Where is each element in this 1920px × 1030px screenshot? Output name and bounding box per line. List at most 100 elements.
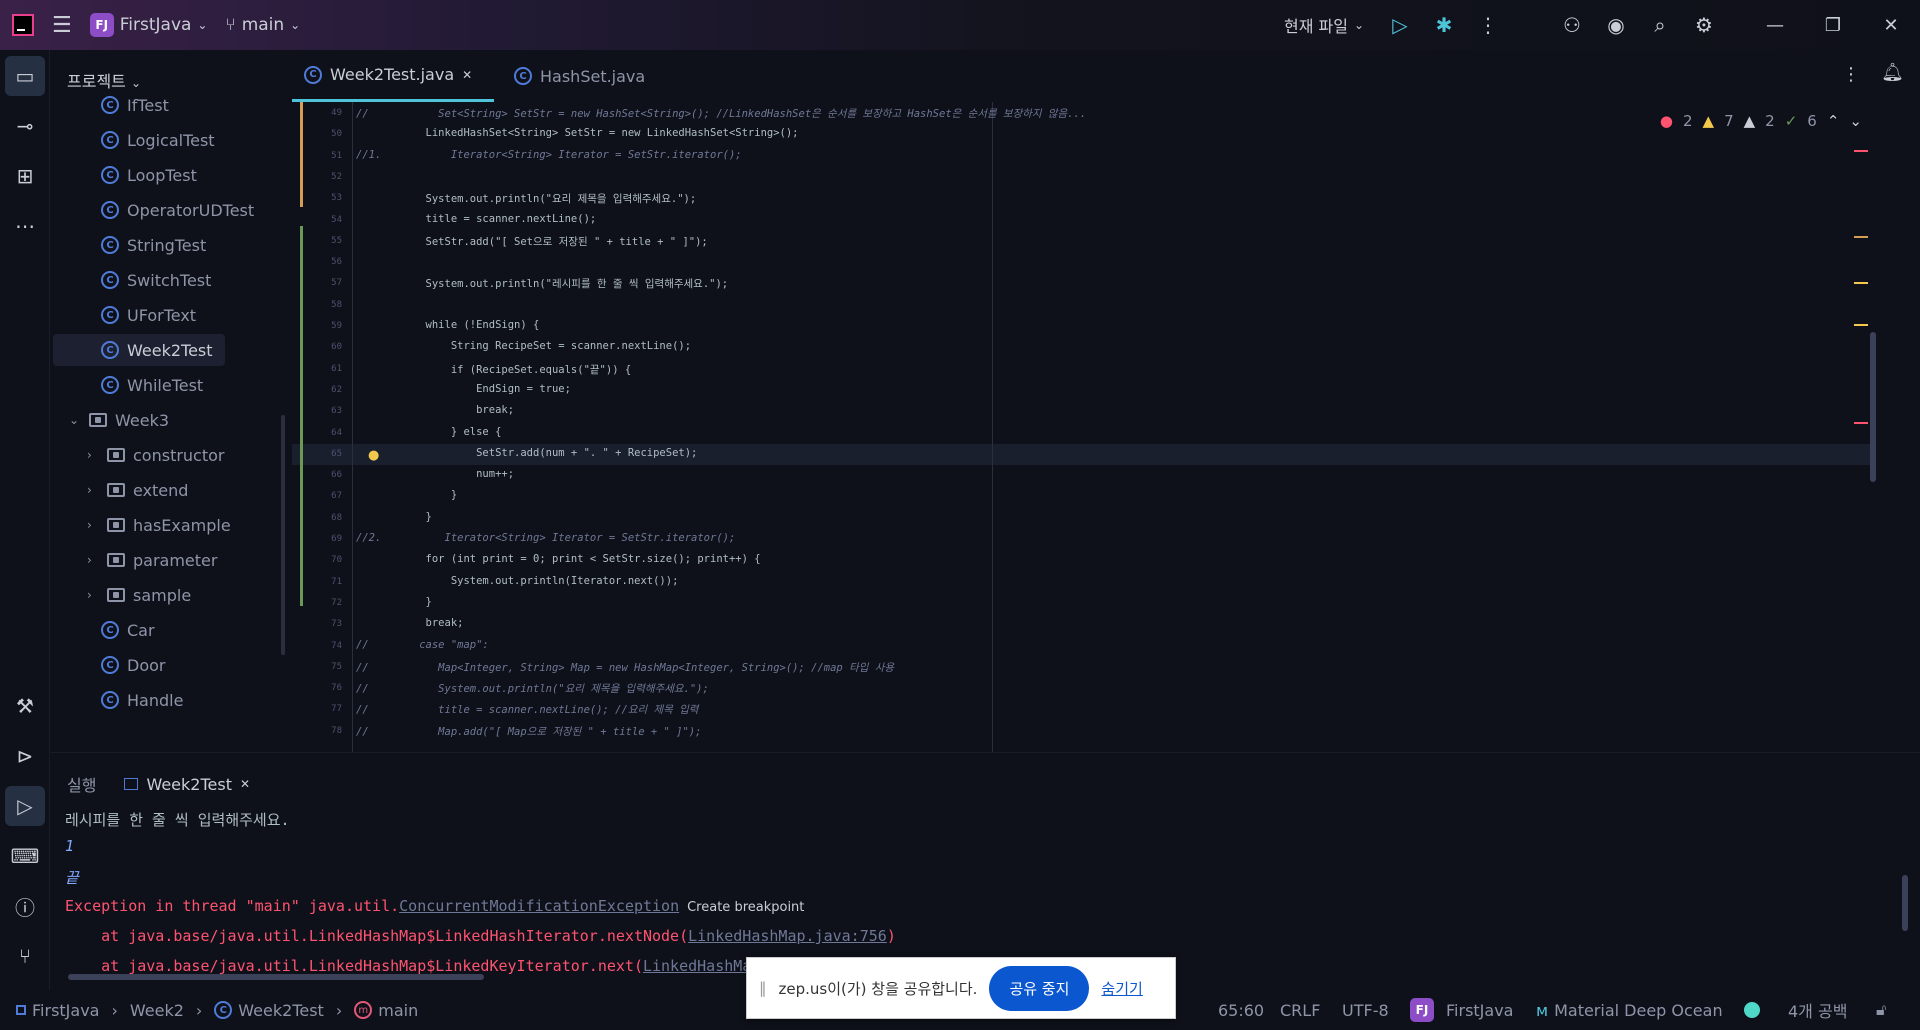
stop-sharing-button[interactable]: 공유 중지 (989, 965, 1090, 1011)
console-text: 끝 (65, 869, 79, 887)
tree-class[interactable]: C UForText (101, 299, 196, 331)
tree-scrollbar[interactable] (281, 415, 285, 655)
run-tab[interactable]: Week2Test ✕ (124, 775, 250, 794)
tree-class[interactable]: C LoopTest (101, 159, 197, 191)
project-status[interactable]: FJ FirstJava (1410, 990, 1513, 1030)
class-icon: C (101, 166, 119, 184)
tab-week2test[interactable]: C Week2Test.java ✕ (292, 50, 494, 102)
project-switcher[interactable]: FJ FirstJava ⌄ (89, 13, 207, 37)
run-panel-title: 실행 (67, 776, 97, 795)
more-icon[interactable]: ⋯ (5, 206, 45, 246)
status-circle-icon[interactable] (1744, 990, 1760, 1030)
git-icon[interactable]: ⑂ (5, 936, 45, 976)
app-logo-icon[interactable] (12, 14, 34, 36)
drag-handle-icon[interactable]: ‖ (759, 979, 767, 997)
chevron-right-icon[interactable]: › (87, 518, 99, 532)
indent-setting[interactable]: 4개 공백 (1788, 990, 1847, 1030)
more-icon[interactable]: ⋮ (1466, 0, 1510, 50)
stacktrace-link[interactable]: LinkedHashMa (643, 957, 751, 975)
record-icon[interactable]: ◉ (1594, 0, 1638, 50)
menu-icon[interactable]: ☰ (52, 13, 72, 38)
hide-link[interactable]: 숨기기 (1101, 978, 1142, 999)
tree-class[interactable]: C Door (101, 649, 165, 681)
tree-class[interactable]: C LogicalTest (101, 124, 215, 156)
chevron-right-icon[interactable]: › (87, 483, 99, 497)
folder-icon (107, 518, 125, 532)
stacktrace-link[interactable]: LinkedHashMap.java:756 (688, 927, 887, 945)
console-line: 레시피를 한 줄 씩 입력해주세요. (65, 809, 290, 830)
chevron-right-icon[interactable]: › (87, 448, 99, 462)
add-user-icon[interactable]: ⚇ (1550, 0, 1594, 50)
commit-icon[interactable]: ⊸ (5, 106, 45, 146)
horizontal-scrollbar[interactable] (68, 974, 484, 980)
build-icon[interactable]: ⚒ (5, 686, 45, 726)
close-icon[interactable]: ✕ (462, 68, 472, 82)
class-icon: C (101, 656, 119, 674)
terminal-icon[interactable]: ⌨ (5, 836, 45, 876)
theme-status[interactable]: ᴍ Material Deep Ocean (1536, 990, 1723, 1030)
code-line: } (356, 595, 432, 608)
create-breakpoint-link[interactable]: Create breakpoint (687, 900, 804, 915)
tree-item-label: UForText (127, 305, 197, 325)
tab-label: HashSet.java (540, 66, 646, 86)
chevron-right-icon[interactable]: › (87, 553, 99, 567)
tree-class[interactable]: C SwitchTest (101, 264, 211, 296)
caret-position[interactable]: 65:60 (1218, 990, 1264, 1030)
run-icon[interactable]: ▷ (5, 786, 45, 826)
more-icon[interactable]: ⋮ (1842, 64, 1860, 85)
run-icon[interactable]: ▷ (1378, 0, 1422, 50)
chevron-right-icon[interactable]: › (87, 588, 99, 602)
file-encoding[interactable]: UTF-8 (1342, 990, 1389, 1030)
run-config-selector[interactable]: 현재 파일 ⌄ (1284, 13, 1364, 37)
breadcrumb-item[interactable]: main (378, 1001, 418, 1020)
tree-folder[interactable]: › hasExample (87, 509, 231, 541)
close-icon[interactable]: ✕ (240, 777, 250, 791)
tree-folder[interactable]: ⌄ Week3 (69, 404, 169, 436)
folder-icon (107, 483, 125, 497)
tree-class[interactable]: C Week2Test (53, 334, 225, 366)
restore-icon[interactable]: ❐ (1804, 0, 1862, 50)
code-editor[interactable]: ● 49 // Set<String> SetStr = new HashSet<… (292, 102, 1872, 752)
close-icon[interactable]: ✕ (1862, 0, 1920, 50)
tab-hashset[interactable]: C HashSet.java (502, 50, 657, 102)
tree-class[interactable]: C StringTest (101, 229, 206, 261)
code-line: // Map<Integer, String> Map = new HashMa… (356, 661, 895, 674)
tree-folder[interactable]: › constructor (87, 439, 225, 471)
tree-class[interactable]: C Handle (101, 684, 183, 716)
tree-folder[interactable]: › extend (87, 474, 188, 506)
tree-class[interactable]: C WhileTest (101, 369, 203, 401)
line-separator[interactable]: CRLF (1280, 990, 1320, 1030)
tree-folder[interactable]: › sample (87, 579, 191, 611)
structure-icon[interactable]: ⊞ (5, 156, 45, 196)
code-line: if (RecipeSet.equals("끝")) { (356, 363, 632, 376)
breadcrumb-item[interactable]: Week2 (130, 1001, 184, 1020)
chevron-down-icon[interactable]: ⌄ (69, 413, 81, 427)
console-scrollbar[interactable] (1902, 875, 1908, 931)
tree-class[interactable]: C IfTest (101, 89, 169, 121)
branch-icon: ⑂ (225, 15, 236, 35)
project-icon[interactable]: ▭ (5, 56, 45, 96)
problems-icon[interactable]: ⓘ (5, 886, 45, 926)
stacktrace-link[interactable]: ConcurrentModificationException (399, 897, 679, 915)
branch-switcher[interactable]: ⑂ main ⌄ (225, 15, 300, 35)
editor-scrollbar[interactable] (1870, 332, 1876, 482)
class-icon: C (101, 621, 119, 639)
console-text: ) (886, 927, 896, 945)
breadcrumb-item[interactable]: FirstJava (32, 1001, 99, 1020)
tree-class[interactable]: C Car (101, 614, 155, 646)
inspection-widget[interactable]: ● 2 ▲ 7 ▲ 2 ✓ 6 ⌃ ⌄ (1660, 112, 1862, 130)
services-icon[interactable]: ⊳ (5, 736, 45, 776)
tree-folder[interactable]: › parameter (87, 544, 217, 576)
minimize-icon[interactable]: — (1746, 0, 1804, 50)
ok-count: 6 (1807, 112, 1817, 130)
breadcrumb-item[interactable]: Week2Test (238, 1001, 324, 1020)
settings-icon[interactable]: ⚙ (1682, 0, 1726, 50)
notification-icon[interactable]: 🔔︎ (1881, 62, 1904, 83)
debug-icon[interactable]: ✱ (1422, 0, 1466, 50)
console-line: at java.base/java.util.LinkedHashMap$Lin… (65, 957, 751, 975)
tree-item-label: Car (127, 620, 155, 640)
lock-icon[interactable]: 🔓︎ (1876, 990, 1886, 1030)
search-icon[interactable]: ⌕ (1638, 0, 1682, 50)
chevron-up-icon[interactable]: ⌃ (1827, 112, 1840, 130)
tree-class[interactable]: C OperatorUDTest (101, 194, 254, 226)
